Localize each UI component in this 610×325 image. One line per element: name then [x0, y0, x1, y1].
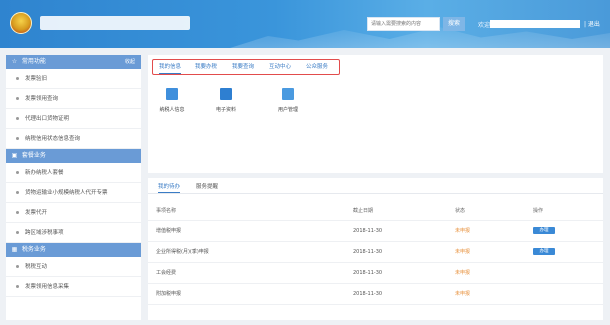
service-label: 用户管理 — [277, 107, 298, 113]
sidebar-item[interactable]: 代理出口货物证明 — [6, 109, 141, 129]
tab-query[interactable]: 我要查询 — [232, 60, 254, 74]
todo-status: 未申报 — [455, 283, 533, 305]
service-electronic-data[interactable]: 电子资料 — [206, 88, 246, 113]
bullet-icon — [16, 265, 19, 268]
electronic-data-icon — [220, 88, 232, 100]
sidebar-item-label: 税税互动 — [25, 264, 48, 270]
todo-deadline: 2018-11-30 — [353, 262, 455, 284]
todo-action-cell — [533, 283, 603, 305]
bullet-icon — [16, 231, 19, 234]
sidebar-item[interactable]: 发票代开 — [6, 203, 141, 223]
todo-name: 企业所得税(月)(季)申报 — [148, 241, 353, 263]
column-header: 事项名称 — [148, 202, 353, 221]
sidebar-section-common[interactable]: ☆ 常用功能 收起 — [6, 55, 141, 69]
todo-action-cell: 办理 — [533, 241, 603, 263]
tax-emblem-logo — [10, 12, 32, 34]
table-row: 增值税申报 2018-11-30 未申报 办理 — [148, 220, 603, 242]
bullet-icon — [16, 77, 19, 80]
service-label: 纳税人信息 — [159, 107, 185, 113]
table-header-row: 事项名称 截止日期 状态 操作 — [148, 202, 603, 221]
handle-button[interactable]: 办理 — [533, 227, 555, 234]
bullet-icon — [16, 97, 19, 100]
bullet-icon — [16, 211, 19, 214]
sidebar-item-label: 发票代开 — [25, 210, 48, 216]
sidebar-item[interactable]: 发票验旧 — [6, 69, 141, 89]
todo-status: 未申报 — [455, 262, 533, 284]
search-button[interactable]: 搜索 — [443, 17, 465, 31]
top-header: 搜索 欢迎 | 退出 — [0, 0, 610, 48]
sidebar: ☆ 常用功能 收起 发票验旧 发票领用查询 代理出口货物证明 纳税信用状态信息查… — [6, 55, 141, 320]
sidebar-item-label: 发票领用信息采集 — [25, 284, 70, 290]
sidebar-item-label: 货物运输业小规模纳税人代开专票 — [25, 190, 108, 196]
package-icon: ▣ — [11, 152, 18, 159]
sub-tabs: 我的待办 服务提醒 — [148, 178, 603, 194]
sidebar-item-label: 纳税信用状态信息查询 — [25, 136, 81, 142]
column-header: 截止日期 — [353, 202, 455, 221]
search-input[interactable] — [367, 17, 440, 31]
tab-service-reminder[interactable]: 服务提醒 — [196, 182, 218, 190]
sidebar-item[interactable]: 税税互动 — [6, 257, 141, 277]
sidebar-section-tax[interactable]: ▦ 税务业务 — [6, 243, 141, 257]
todo-name: 工会经费 — [148, 262, 353, 284]
sidebar-item[interactable]: 跨区域涉税事项 — [6, 223, 141, 243]
todo-action-cell: 办理 — [533, 220, 603, 242]
sidebar-item[interactable]: 发票领用查询 — [6, 89, 141, 109]
sidebar-item-label: 代理出口货物证明 — [25, 116, 70, 122]
todo-deadline: 2018-11-30 — [353, 220, 455, 242]
sidebar-section-title: 常用功能 — [21, 58, 46, 65]
bullet-icon — [16, 117, 19, 120]
logout-link[interactable]: | 退出 — [584, 19, 600, 28]
star-icon: ☆ — [11, 58, 18, 65]
app-window: 搜索 欢迎 | 退出 ☆ 常用功能 收起 发票验旧 发票领用查询 代理出口货物证… — [0, 0, 610, 325]
bullet-icon — [16, 137, 19, 140]
bullet-icon — [16, 191, 19, 194]
sidebar-item-label: 发票领用查询 — [25, 96, 59, 102]
sidebar-item-label: 发票验旧 — [25, 76, 48, 82]
sidebar-item[interactable]: 货物运输业小规模纳税人代开专票 — [6, 183, 141, 203]
todo-status: 未申报 — [455, 241, 533, 263]
grid-icon: ▦ — [11, 246, 18, 253]
todo-panel: 我的待办 服务提醒 事项名称 截止日期 状态 操作 增值税申报 2018-11-… — [148, 178, 603, 320]
todo-name: 增值税申报 — [148, 220, 353, 242]
todo-table: 事项名称 截止日期 状态 操作 增值税申报 2018-11-30 未申报 办理 … — [148, 202, 603, 305]
service-user-management[interactable]: 用户管理 — [268, 88, 308, 113]
services-panel: 我的信息 我要办税 我要查询 互动中心 公众服务 纳税人信息 电子资料 用户管理 — [148, 55, 603, 173]
sidebar-section-title: 套餐业务 — [21, 152, 46, 159]
tab-handle-tax[interactable]: 我要办税 — [195, 60, 217, 74]
welcome-text: 欢迎 — [478, 22, 491, 29]
sidebar-item[interactable]: 新办纳税人套餐 — [6, 163, 141, 183]
todo-name: 附加税申报 — [148, 283, 353, 305]
todo-deadline: 2018-11-30 — [353, 283, 455, 305]
sidebar-item[interactable]: 纳税信用状态信息查询 — [6, 129, 141, 149]
sidebar-item[interactable]: 发票领用信息采集 — [6, 277, 141, 297]
sidebar-item-label: 新办纳税人套餐 — [25, 170, 64, 176]
service-taxpayer-info[interactable]: 纳税人信息 — [152, 88, 192, 113]
sidebar-section-title: 税务业务 — [21, 246, 46, 253]
todo-action-cell — [533, 262, 603, 284]
tab-public-service[interactable]: 公众服务 — [306, 60, 328, 74]
bullet-icon — [16, 171, 19, 174]
user-management-icon — [282, 88, 294, 100]
todo-deadline: 2018-11-30 — [353, 241, 455, 263]
collapse-toggle[interactable]: 收起 — [125, 55, 135, 69]
main-tabs: 我的信息 我要办税 我要查询 互动中心 公众服务 — [152, 59, 340, 75]
taxpayer-info-icon — [166, 88, 178, 100]
tab-interaction[interactable]: 互动中心 — [269, 60, 291, 74]
user-name-redacted — [490, 20, 580, 28]
todo-status: 未申报 — [455, 220, 533, 242]
service-label: 电子资料 — [215, 107, 236, 113]
table-row: 工会经费 2018-11-30 未申报 — [148, 262, 603, 284]
sidebar-item-label: 跨区域涉税事项 — [25, 230, 64, 236]
table-row: 企业所得税(月)(季)申报 2018-11-30 未申报 办理 — [148, 241, 603, 263]
column-header: 状态 — [455, 202, 533, 221]
column-header: 操作 — [533, 202, 603, 221]
tab-my-todo[interactable]: 我的待办 — [158, 182, 181, 193]
handle-button[interactable]: 办理 — [533, 248, 555, 255]
table-row: 附加税申报 2018-11-30 未申报 — [148, 283, 603, 305]
bullet-icon — [16, 285, 19, 288]
tab-my-info[interactable]: 我的信息 — [159, 60, 182, 74]
sidebar-section-package[interactable]: ▣ 套餐业务 — [6, 149, 141, 163]
site-title-redacted — [40, 16, 190, 30]
